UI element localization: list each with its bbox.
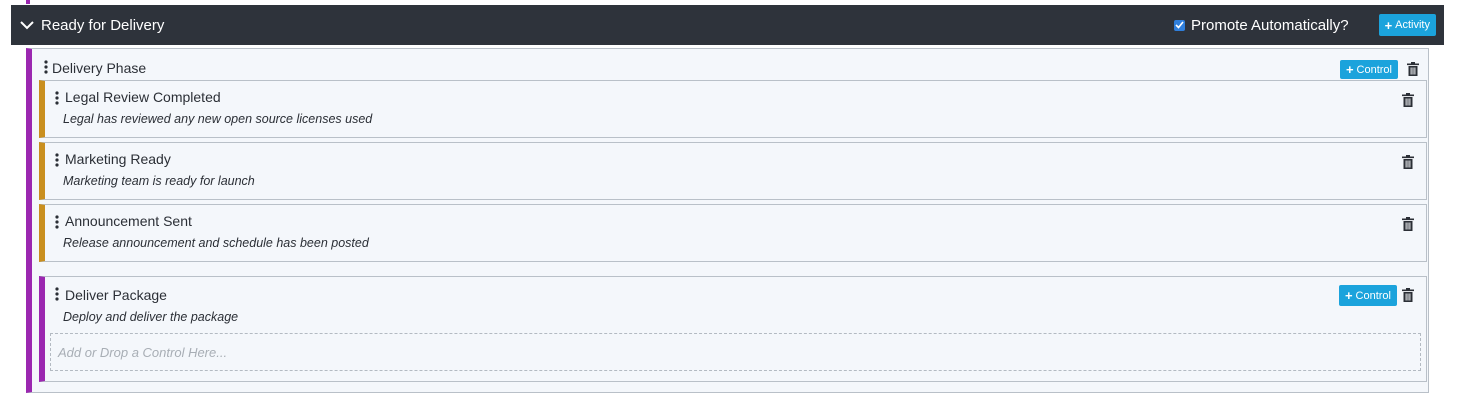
group-description: Deploy and deliver the package [63,310,239,324]
control-card[interactable]: Marketing Ready Marketing team is ready … [39,142,1427,200]
plus-icon: + [1345,62,1354,77]
add-control-label: Control [1355,289,1391,302]
trash-icon[interactable] [1402,217,1414,231]
add-control-button[interactable]: + Control [1339,60,1398,79]
control-drop-zone[interactable]: Add or Drop a Control Here... [50,333,1421,371]
stage-accent-strip [26,0,30,4]
plus-icon: + [1344,288,1353,303]
chevron-down-icon[interactable] [19,17,35,33]
control-title: Marketing Ready [65,151,171,167]
control-card[interactable]: Legal Review Completed Legal has reviewe… [39,80,1427,138]
drag-handle-icon[interactable] [55,153,59,167]
trash-icon[interactable] [1402,155,1414,169]
control-group-card[interactable]: Deliver Package Deploy and deliver the p… [39,276,1427,382]
stage-title: Ready for Delivery [41,16,165,34]
group-title: Deliver Package [65,287,167,303]
add-control-button[interactable]: + Control [1338,285,1397,306]
trash-icon[interactable] [1402,288,1414,302]
phase-title: Delivery Phase [52,60,147,76]
control-title: Legal Review Completed [65,89,221,105]
add-activity-button[interactable]: + Activity [1378,14,1436,36]
trash-icon[interactable] [1402,93,1414,107]
control-title: Announcement Sent [65,213,192,229]
promote-automatically-toggle[interactable]: Promote Automatically? [1173,16,1349,34]
control-description: Legal has reviewed any new open source l… [63,112,373,126]
drag-handle-icon[interactable] [55,91,59,105]
trash-icon[interactable] [1407,62,1419,76]
drag-handle-icon[interactable] [44,60,48,74]
control-description: Release announcement and schedule has be… [63,236,369,250]
checkbox-checked-icon[interactable] [1173,19,1185,31]
add-activity-label: Activity [1395,19,1430,31]
control-description: Marketing team is ready for launch [63,174,255,188]
drag-handle-icon[interactable] [55,287,59,301]
promote-label: Promote Automatically? [1190,16,1349,34]
control-card[interactable]: Announcement Sent Release announcement a… [39,204,1427,262]
plus-icon: + [1384,17,1393,33]
add-control-label: Control [1356,63,1392,76]
stage-header: Ready for Delivery Promote Automatically… [11,5,1444,45]
delivery-phase-panel: Delivery Phase + Control Legal Review Co… [26,48,1429,393]
drag-handle-icon[interactable] [55,215,59,229]
